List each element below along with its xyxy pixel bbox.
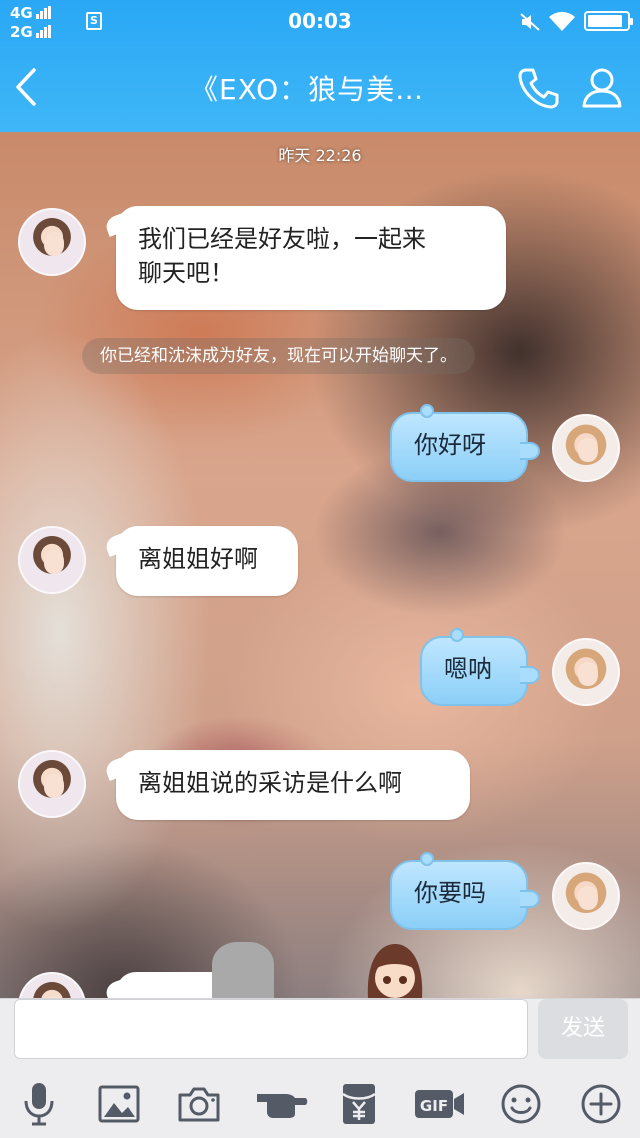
image-button[interactable] <box>94 1079 144 1129</box>
battery-icon <box>584 11 633 31</box>
person-icon <box>582 68 622 108</box>
call-button[interactable] <box>514 64 562 112</box>
message-text-line: 聊天吧！ <box>138 259 234 287</box>
message-input[interactable] <box>14 999 528 1059</box>
gif-button[interactable]: GIF <box>414 1079 466 1129</box>
back-button[interactable] <box>8 62 48 112</box>
poke-button[interactable] <box>254 1079 310 1129</box>
red-packet-button[interactable] <box>334 1079 384 1129</box>
mute-icon <box>520 13 540 31</box>
send-button[interactable]: 发送 <box>538 999 628 1059</box>
voice-button[interactable] <box>14 1079 64 1129</box>
chat-title[interactable]: 《EXO：狼与美… <box>190 68 424 108</box>
contact-avatar[interactable] <box>18 526 86 594</box>
image-icon <box>98 1085 140 1123</box>
status-bar: 4G 2G S 00:03 <box>0 0 640 40</box>
composer-bar: 发送 GIF <box>0 998 640 1138</box>
camera-icon <box>178 1087 220 1122</box>
my-avatar[interactable] <box>552 638 620 706</box>
battery-fill <box>588 15 623 27</box>
more-button[interactable] <box>576 1079 626 1129</box>
microphone-icon <box>24 1083 54 1126</box>
phone-icon <box>518 68 559 109</box>
contact-avatar[interactable] <box>18 750 86 818</box>
my-avatar[interactable] <box>552 862 620 930</box>
plus-icon <box>581 1084 621 1124</box>
emoji-icon <box>501 1084 541 1124</box>
svg-text:GIF: GIF <box>420 1097 448 1115</box>
camera-button[interactable] <box>174 1079 224 1129</box>
message-text-line: 我们已经是好友啦，一起来 <box>138 225 426 253</box>
composer-toolbar: GIF <box>0 1079 640 1131</box>
gif-icon: GIF <box>415 1090 464 1118</box>
status-time: 00:03 <box>288 9 352 33</box>
message-timestamp: 昨天 22:26 <box>278 146 362 165</box>
message-text: 离姐姐好啊 <box>138 545 258 573</box>
chat-header: 4G 2G S 00:03 《EXO：狼与美… <box>0 0 640 132</box>
chevron-left-icon <box>16 68 36 106</box>
message-text: 嗯呐 <box>444 655 492 683</box>
incoming-message-bubble[interactable]: 离姐姐说的采访是什么啊 <box>116 750 470 820</box>
cartoon-sticker <box>212 942 274 998</box>
incoming-message-bubble[interactable]: 离姐姐好啊 <box>116 526 298 596</box>
cartoon-girl-sticker <box>367 944 423 998</box>
incoming-message-bubble[interactable]: 我们已经是好友啦，一起来 聊天吧！ <box>116 206 506 310</box>
profile-button[interactable] <box>578 64 626 112</box>
message-text: 离姐姐说的采访是什么啊 <box>138 769 402 797</box>
outgoing-message-bubble[interactable]: 嗯呐 <box>420 628 540 706</box>
my-avatar[interactable] <box>552 414 620 482</box>
poke-icon <box>257 1094 308 1118</box>
system-message: 你已经和沈沫成为好友，现在可以开始聊天了。 <box>82 338 475 374</box>
emoji-button[interactable] <box>496 1079 546 1129</box>
wifi-icon <box>549 11 575 31</box>
message-text: 你要吗 <box>414 879 486 907</box>
outgoing-message-bubble[interactable]: 你要吗 <box>390 852 540 930</box>
message-text: 你好呀 <box>414 431 486 459</box>
outgoing-message-bubble[interactable]: 你好呀 <box>390 404 540 482</box>
red-packet-icon <box>342 1084 376 1124</box>
contact-avatar[interactable] <box>18 208 86 276</box>
